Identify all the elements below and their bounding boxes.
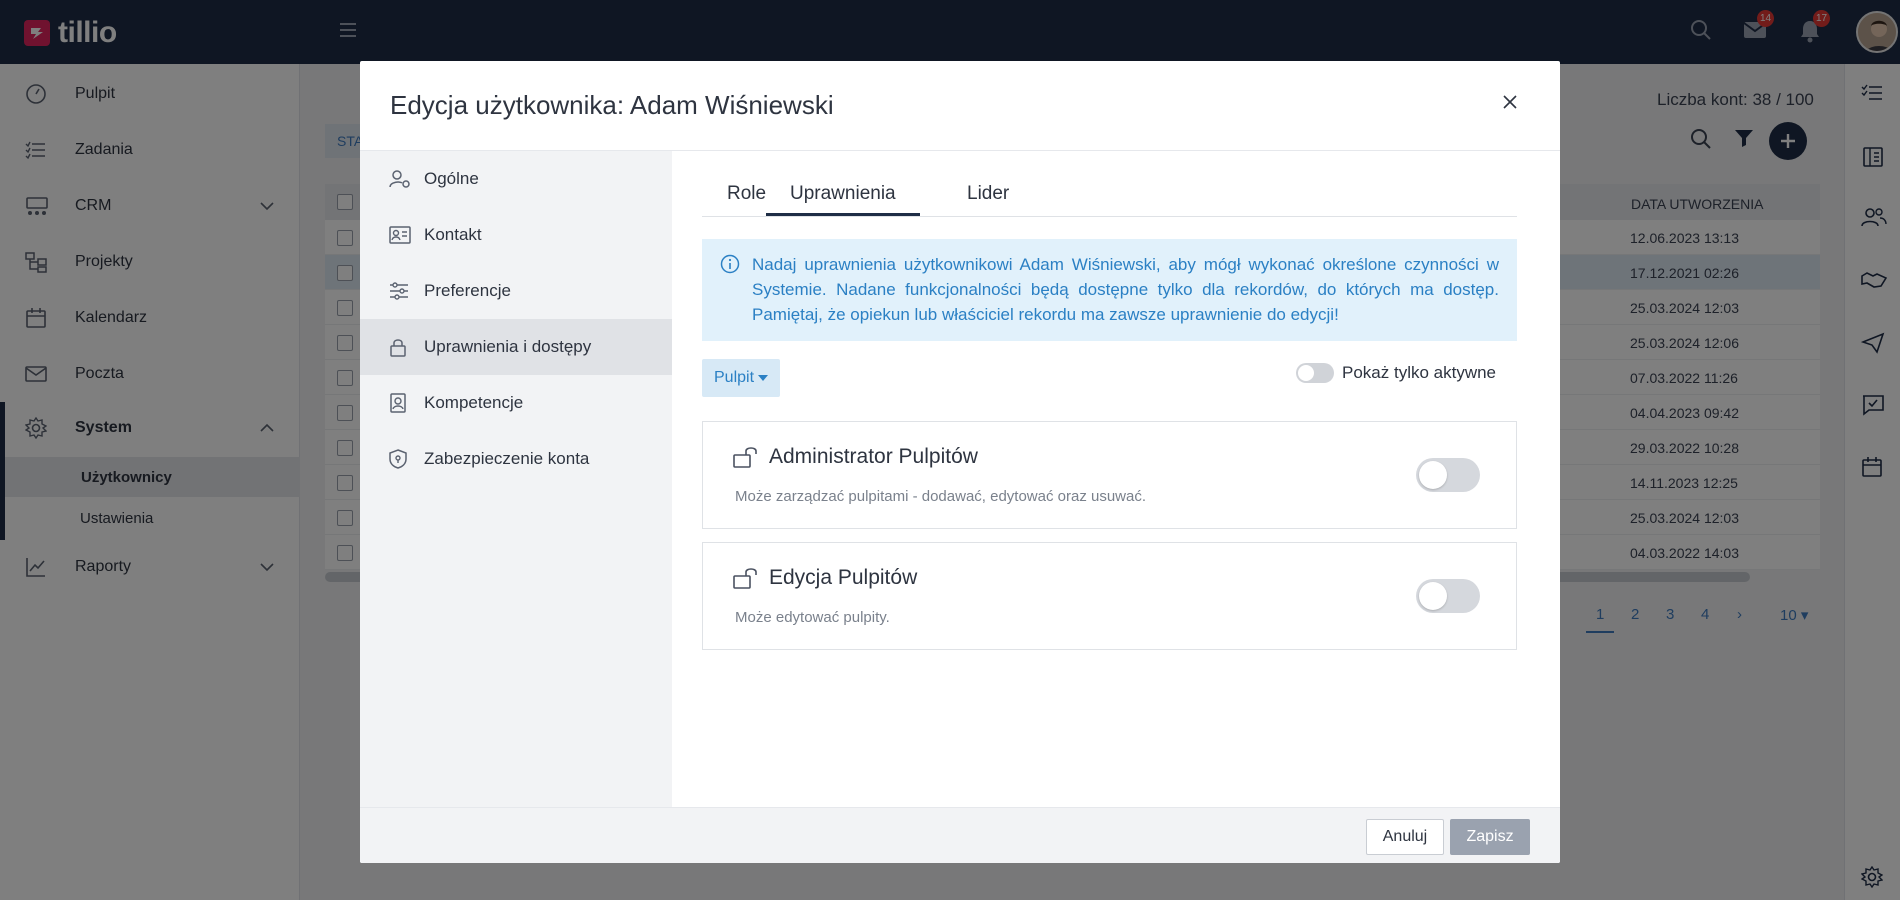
info-icon xyxy=(720,254,740,274)
edit-user-dialog: Edycja użytkownika: Adam Wiśniewski Ogól… xyxy=(360,61,1560,863)
menu-item-label: Kompetencje xyxy=(424,393,524,412)
unlock-icon xyxy=(733,567,759,589)
menu-item-label: Kontakt xyxy=(424,225,482,244)
dialog-footer: Anuluj Zapisz xyxy=(360,807,1560,863)
info-text: Nadaj uprawnienia użytkownikowi Adam Wiś… xyxy=(752,255,1499,324)
sliders-icon xyxy=(389,282,409,300)
permission-card: Edycja Pulpitów Może edytować pulpity. xyxy=(702,542,1517,650)
module-select-value: Pulpit xyxy=(714,369,755,386)
info-alert: Nadaj uprawnienia użytkownikowi Adam Wiś… xyxy=(702,239,1517,341)
lock-icon xyxy=(389,337,407,357)
menu-item-uprawnienia[interactable]: Uprawnienia i dostępy xyxy=(360,319,672,375)
tab-lider[interactable]: Lider xyxy=(967,183,1009,205)
menu-item-label: Preferencje xyxy=(424,281,511,300)
menu-item-label: Ogólne xyxy=(424,169,479,188)
permission-description: Może edytować pulpity. xyxy=(735,609,890,626)
permissions-tabs: Role Uprawnienia Lider xyxy=(702,173,1517,217)
menu-item-label: Uprawnienia i dostępy xyxy=(424,337,592,356)
permission-card: Administrator Pulpitów Może zarządzać pu… xyxy=(702,421,1517,529)
show-only-active-toggle[interactable] xyxy=(1296,363,1334,383)
dialog-content: Role Uprawnienia Lider Nadaj uprawnienia… xyxy=(672,151,1560,808)
dialog-side-menu: Ogólne Kontakt Preferencje Uprawnienia i… xyxy=(360,151,672,808)
user-gear-icon xyxy=(389,169,411,189)
permission-toggle[interactable] xyxy=(1416,579,1480,613)
unlock-icon xyxy=(733,446,759,468)
menu-item-preferencje[interactable]: Preferencje xyxy=(360,263,672,319)
tab-uprawnienia[interactable]: Uprawnienia xyxy=(766,183,920,216)
dialog-title: Edycja użytkownika: Adam Wiśniewski xyxy=(390,90,834,120)
permission-description: Może zarządzać pulpitami - dodawać, edyt… xyxy=(735,488,1147,505)
menu-item-kompetencje[interactable]: Kompetencje xyxy=(360,375,672,431)
save-button[interactable]: Zapisz xyxy=(1450,819,1530,855)
shield-icon xyxy=(389,449,407,469)
show-only-active-filter[interactable]: Pokaż tylko aktywne xyxy=(1296,363,1496,383)
caret-down-icon xyxy=(758,374,769,382)
menu-item-label: Zabezpieczenie konta xyxy=(424,449,590,468)
cancel-button[interactable]: Anuluj xyxy=(1366,819,1444,855)
menu-item-ogolne[interactable]: Ogólne xyxy=(360,151,672,207)
badge-icon xyxy=(389,393,407,413)
close-icon[interactable] xyxy=(1503,95,1517,109)
contact-card-icon xyxy=(389,226,411,244)
tab-role[interactable]: Role xyxy=(727,183,766,205)
module-select-button[interactable]: Pulpit xyxy=(702,359,781,397)
show-only-active-label: Pokaż tylko aktywne xyxy=(1342,363,1497,382)
menu-item-kontakt[interactable]: Kontakt xyxy=(360,207,672,263)
permission-title: Edycja Pulpitów xyxy=(769,566,918,589)
dialog-header: Edycja użytkownika: Adam Wiśniewski xyxy=(360,61,1560,151)
menu-item-zabezpieczenie[interactable]: Zabezpieczenie konta xyxy=(360,431,672,487)
permission-toggle[interactable] xyxy=(1416,458,1480,492)
permission-title: Administrator Pulpitów xyxy=(769,445,978,468)
